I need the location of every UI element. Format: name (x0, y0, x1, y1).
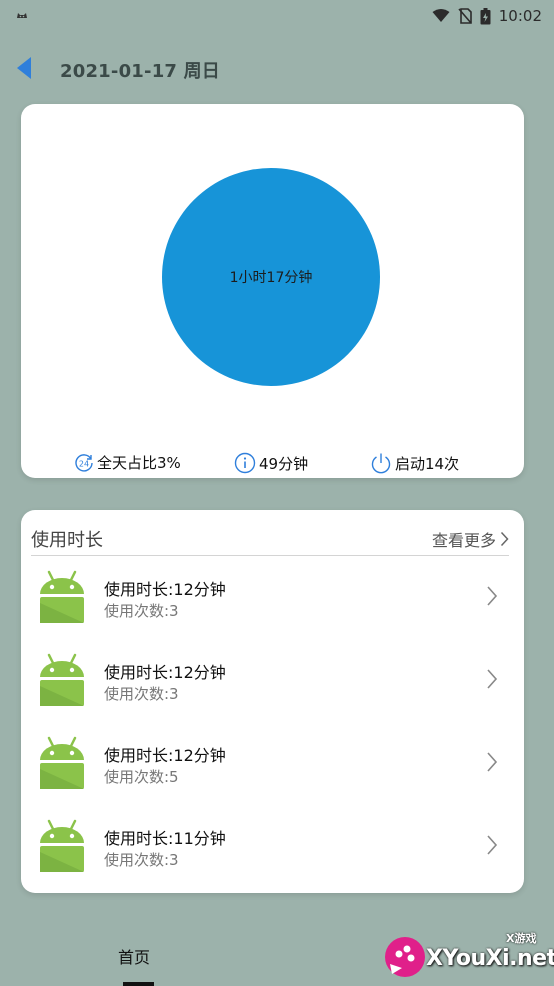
app-duration: 使用时长:12分钟 (104, 580, 226, 599)
app-count: 使用次数:3 (104, 685, 179, 703)
gamepad-logo-icon (385, 937, 425, 977)
list-item[interactable]: 使用时长:11分钟 使用次数:3 (21, 809, 524, 889)
android-app-icon (40, 653, 84, 706)
power-icon (371, 453, 391, 474)
chevron-right-icon (500, 531, 509, 546)
chevron-right-icon (487, 835, 498, 855)
no-sim-icon (458, 8, 472, 24)
app-duration: 使用时长:12分钟 (104, 746, 226, 765)
stat-label: 全天占比3% (97, 454, 181, 472)
stat-day-percentage: 24 全天占比3% (74, 452, 181, 473)
app-count: 使用次数:3 (104, 851, 179, 869)
usage-card: 使用时长 查看更多 使用时长:12分钟 使用次数:3 使用时长:12分钟 使用次… (21, 510, 524, 893)
24h-clock-icon: 24 (75, 453, 93, 472)
android-app-icon (40, 819, 84, 872)
svg-text:24: 24 (79, 459, 89, 468)
list-item[interactable]: 使用时长:12分钟 使用次数:3 (21, 643, 524, 723)
list-item[interactable]: 使用时长:12分钟 使用次数:5 (21, 726, 524, 806)
chevron-right-icon (487, 752, 498, 772)
header: 2021-01-17 周日 (0, 50, 554, 86)
chevron-right-icon (487, 586, 498, 606)
battery-icon (480, 7, 491, 25)
app-count: 使用次数:3 (104, 602, 179, 620)
summary-card: 1小时17分钟 24 全天占比3% 49分钟 启动14次 (21, 104, 524, 478)
clock-time: 10:02 (498, 7, 542, 25)
list-item[interactable]: 使用时长:12分钟 使用次数:3 (21, 560, 524, 640)
stat-launch-count: 启动14次 (370, 452, 459, 474)
tab-active-indicator (123, 982, 154, 986)
status-bar: 10:02 (0, 0, 554, 32)
watermark-sub: X游戏 (506, 932, 537, 945)
page-title: 2021-01-17 周日 (60, 61, 221, 82)
see-more-link[interactable]: 查看更多 (432, 527, 509, 551)
pie-center-label: 1小时17分钟 (229, 270, 313, 286)
tab-home[interactable]: 首页 (118, 944, 150, 968)
watermark-text: XYouXi.net (426, 946, 554, 971)
info-circle-icon (234, 452, 256, 474)
chevron-right-icon (487, 669, 498, 689)
usage-title: 使用时长 (31, 529, 103, 551)
see-more-label: 查看更多 (431, 530, 496, 550)
android-app-icon (40, 736, 84, 789)
back-button[interactable] (14, 56, 36, 80)
back-arrow-icon (17, 57, 31, 79)
app-duration: 使用时长:11分钟 (104, 829, 226, 848)
stat-label: 49分钟 (259, 454, 309, 473)
usage-header: 使用时长 查看更多 (31, 522, 509, 556)
cat-notification-icon (16, 11, 28, 22)
app-count: 使用次数:5 (104, 768, 179, 786)
wifi-icon (432, 9, 450, 23)
android-app-icon (40, 570, 84, 623)
watermark: XYouXi.net X游戏 (382, 928, 554, 982)
stat-label: 启动14次 (395, 454, 460, 473)
stat-total-time: 49分钟 (234, 452, 308, 474)
app-duration: 使用时长:12分钟 (104, 663, 226, 682)
